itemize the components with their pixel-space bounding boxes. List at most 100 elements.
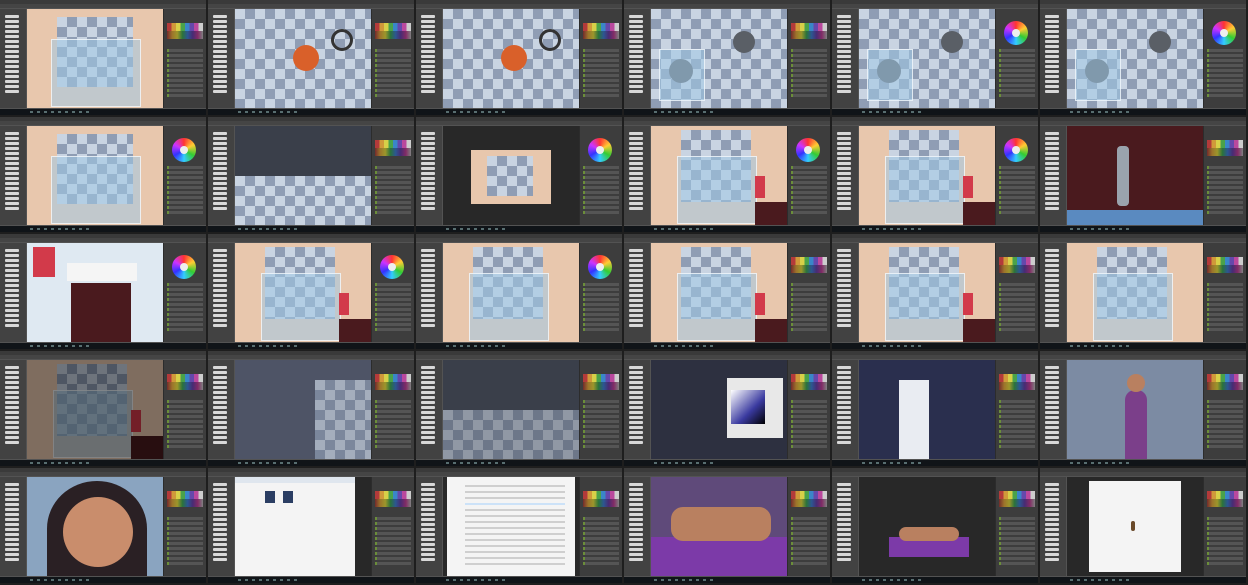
layer-row[interactable] (791, 196, 827, 199)
layer-row[interactable] (999, 211, 1035, 214)
tool-icon[interactable] (5, 60, 19, 63)
tool-icon[interactable] (5, 264, 19, 267)
tool-icon[interactable] (1045, 85, 1059, 88)
color-wheel[interactable] (172, 255, 196, 279)
tool-icon[interactable] (629, 172, 643, 175)
tool-icon[interactable] (629, 187, 643, 190)
tool-icon[interactable] (837, 381, 851, 384)
tool-icon[interactable] (837, 299, 851, 302)
document-canvas[interactable] (27, 477, 163, 576)
tool-icon[interactable] (629, 85, 643, 88)
tool-icon[interactable] (1045, 371, 1059, 374)
layer-row[interactable] (167, 171, 203, 174)
layer-row[interactable] (375, 547, 411, 550)
tool-icon[interactable] (837, 483, 851, 486)
layer-row[interactable] (999, 440, 1035, 443)
document-canvas[interactable] (859, 477, 995, 576)
layer-row[interactable] (375, 527, 411, 530)
tool-icon[interactable] (421, 553, 435, 556)
tool-icon[interactable] (421, 85, 435, 88)
layer-row[interactable] (375, 308, 411, 311)
tool-icon[interactable] (5, 426, 19, 429)
tool-icon[interactable] (5, 157, 19, 160)
layer-row[interactable] (583, 532, 619, 535)
tool-icon[interactable] (5, 269, 19, 272)
tool-icon[interactable] (629, 70, 643, 73)
tool-icon[interactable] (837, 249, 851, 252)
tool-icon[interactable] (421, 279, 435, 282)
tool-icon[interactable] (421, 508, 435, 511)
tool-icon[interactable] (213, 426, 227, 429)
layer-row[interactable] (167, 59, 203, 62)
tool-icon[interactable] (421, 172, 435, 175)
layer-row[interactable] (999, 176, 1035, 179)
layer-row[interactable] (791, 308, 827, 311)
tool-icon[interactable] (5, 279, 19, 282)
tool-icon[interactable] (837, 533, 851, 536)
tool-icon[interactable] (213, 55, 227, 58)
layer-row[interactable] (791, 552, 827, 555)
tool-icon[interactable] (1045, 523, 1059, 526)
layer-row[interactable] (999, 293, 1035, 296)
layer-row[interactable] (999, 328, 1035, 331)
tool-icon[interactable] (421, 274, 435, 277)
tool-icon[interactable] (1045, 25, 1059, 28)
tool-icon[interactable] (837, 25, 851, 28)
layer-row[interactable] (1207, 517, 1243, 520)
layer-row[interactable] (375, 283, 411, 286)
tool-icon[interactable] (629, 488, 643, 491)
tool-icon[interactable] (213, 284, 227, 287)
tool-icon[interactable] (213, 15, 227, 18)
layer-row[interactable] (167, 517, 203, 520)
layer-row[interactable] (583, 176, 619, 179)
tool-icon[interactable] (1045, 264, 1059, 267)
tool-icon[interactable] (629, 528, 643, 531)
layer-row[interactable] (999, 517, 1035, 520)
tool-icon[interactable] (421, 259, 435, 262)
tool-icon[interactable] (1045, 40, 1059, 43)
tool-icon[interactable] (837, 142, 851, 145)
tool-icon[interactable] (421, 314, 435, 317)
layer-row[interactable] (167, 54, 203, 57)
tool-icon[interactable] (421, 386, 435, 389)
layer-row[interactable] (583, 211, 619, 214)
tool-icon[interactable] (5, 132, 19, 135)
swatches-panel[interactable] (1207, 257, 1243, 273)
tool-icon[interactable] (421, 249, 435, 252)
layer-row[interactable] (583, 79, 619, 82)
layer-row[interactable] (375, 410, 411, 413)
tool-icon[interactable] (5, 137, 19, 140)
tool-icon[interactable] (213, 289, 227, 292)
tool-icon[interactable] (5, 172, 19, 175)
tool-icon[interactable] (629, 548, 643, 551)
layer-row[interactable] (1207, 542, 1243, 545)
tool-icon[interactable] (213, 75, 227, 78)
layer-row[interactable] (375, 313, 411, 316)
layer-row[interactable] (1207, 186, 1243, 189)
tool-icon[interactable] (837, 207, 851, 210)
layer-row[interactable] (583, 527, 619, 530)
tool-icon[interactable] (421, 558, 435, 561)
layer-row[interactable] (999, 420, 1035, 423)
layer-row[interactable] (583, 430, 619, 433)
tool-icon[interactable] (1045, 396, 1059, 399)
tool-icon[interactable] (421, 284, 435, 287)
tool-icon[interactable] (5, 498, 19, 501)
tool-icon[interactable] (5, 202, 19, 205)
layer-row[interactable] (167, 405, 203, 408)
tool-icon[interactable] (5, 45, 19, 48)
tool-icon[interactable] (837, 40, 851, 43)
tool-icon[interactable] (837, 162, 851, 165)
document-canvas[interactable] (859, 126, 995, 225)
tool-icon[interactable] (5, 182, 19, 185)
tool-icon[interactable] (5, 548, 19, 551)
tool-icon[interactable] (421, 294, 435, 297)
tool-icon[interactable] (1045, 493, 1059, 496)
tool-icon[interactable] (421, 436, 435, 439)
tool-icon[interactable] (421, 45, 435, 48)
tool-icon[interactable] (213, 543, 227, 546)
tool-icon[interactable] (421, 197, 435, 200)
tool-icon[interactable] (213, 548, 227, 551)
tool-icon[interactable] (421, 25, 435, 28)
tool-icon[interactable] (421, 548, 435, 551)
